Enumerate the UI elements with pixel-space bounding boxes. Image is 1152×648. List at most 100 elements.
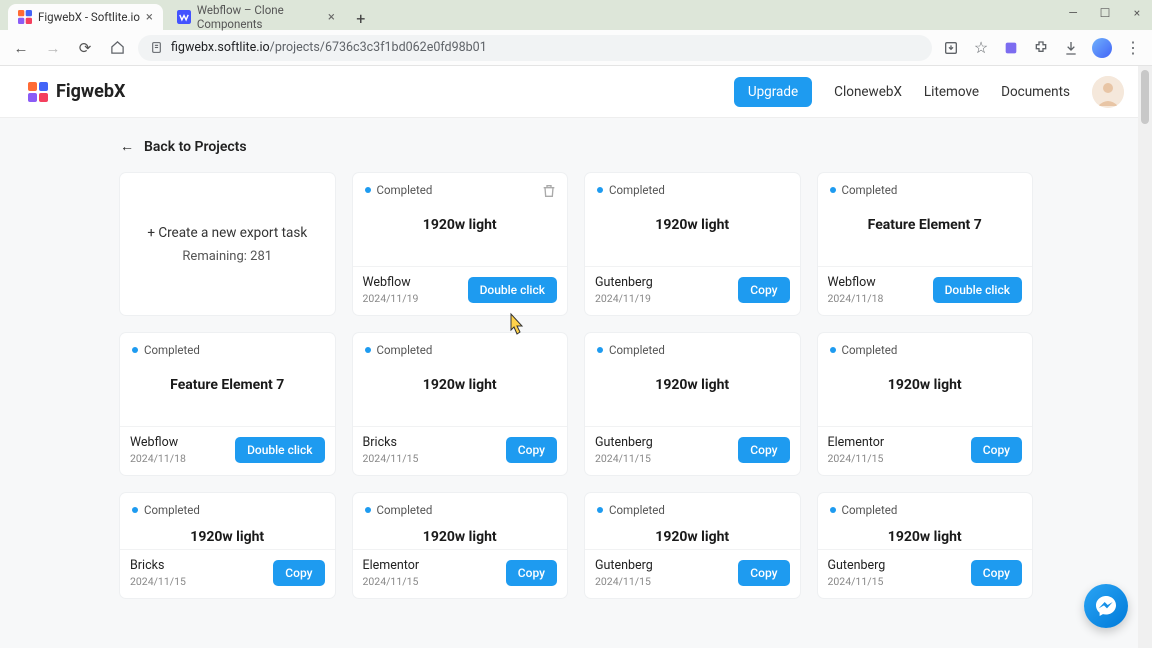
window-maximize-icon[interactable]: ☐	[1096, 4, 1114, 22]
platform-label: Webflow	[130, 435, 186, 450]
card-title: 1920w light	[353, 519, 568, 549]
brand-logo-icon	[28, 82, 48, 102]
window-minimize-icon[interactable]: —	[1064, 4, 1082, 22]
brand[interactable]: FigwebX	[28, 81, 125, 102]
home-icon[interactable]	[106, 37, 128, 59]
date-label: 2024/11/18	[130, 452, 186, 465]
double-click-button[interactable]: Double click	[933, 277, 1022, 303]
platform-label: Bricks	[130, 558, 186, 573]
profile-avatar-icon[interactable]	[1092, 38, 1112, 58]
status-badge: Completed	[597, 503, 788, 517]
app-header: FigwebX Upgrade ClonewebX Litemove Docum…	[0, 66, 1152, 118]
back-icon[interactable]: ←	[10, 37, 32, 59]
project-card[interactable]: Completed 1920w light Elementor 2024/11/15 C…	[818, 333, 1033, 475]
trash-icon[interactable]	[541, 183, 557, 203]
tab-title: Webflow – Clone Components	[197, 3, 322, 31]
project-card[interactable]: Completed1920w lightGutenberg2024/11/15C…	[585, 333, 800, 475]
status-badge: Completed	[132, 503, 323, 517]
extensions-icon[interactable]	[1032, 39, 1050, 57]
close-tab-icon[interactable]: ×	[146, 10, 153, 25]
back-to-projects-link[interactable]: ← Back to Projects	[120, 138, 1032, 155]
upgrade-button[interactable]: Upgrade	[734, 77, 812, 107]
project-card[interactable]: CompletedFeature Element 7Webflow2024/11…	[120, 333, 335, 475]
status-dot-icon	[830, 187, 836, 193]
install-icon[interactable]	[942, 39, 960, 57]
status-badge: Completed	[597, 343, 788, 357]
platform-label: Gutenberg	[595, 275, 653, 290]
copy-button[interactable]: Copy	[738, 437, 789, 463]
close-tab-icon[interactable]: ×	[328, 10, 335, 25]
status-badge: Completed	[830, 343, 1021, 357]
card-title: 1920w light	[120, 519, 335, 549]
window-close-icon[interactable]: ×	[1128, 4, 1146, 22]
project-card[interactable]: Completed1920w lightElementor2024/11/15C…	[353, 493, 568, 598]
project-card[interactable]: Completed1920w lightGutenberg2024/11/15C…	[818, 493, 1033, 598]
platform-label: Elementor	[363, 558, 420, 573]
date-label: 2024/11/15	[595, 575, 653, 588]
project-card[interactable]: Completed 1920w light Gutenberg 2024/11/15 C…	[585, 493, 800, 598]
favicon-icon	[18, 10, 32, 24]
card-title: 1920w light	[353, 199, 568, 251]
status-badge: Completed	[365, 343, 556, 357]
project-card[interactable]: Completed1920w lightBricks2024/11/15Copy	[353, 333, 568, 475]
project-card[interactable]: Completed 1920w light Bricks 2024/11/15 Copy	[120, 493, 335, 598]
card-title: 1920w light	[585, 199, 800, 251]
card-title: 1920w light	[585, 359, 800, 411]
project-card[interactable]: Completed1920w lightWebflow2024/11/19Dou…	[353, 173, 568, 315]
url-path: /projects/6736c3c3f1bd062e0fd98b01	[270, 40, 487, 55]
messenger-chat-button[interactable]	[1084, 584, 1128, 628]
scrollbar-thumb[interactable]	[1141, 70, 1149, 124]
copy-button[interactable]: Copy	[738, 560, 789, 586]
platform-label: Webflow	[363, 275, 419, 290]
download-icon[interactable]	[1062, 39, 1080, 57]
copy-button[interactable]: Copy	[738, 277, 789, 303]
extension-box-icon[interactable]	[1002, 39, 1020, 57]
forward-icon[interactable]: →	[42, 37, 64, 59]
status-badge: Completed	[597, 183, 788, 197]
copy-button[interactable]: Copy	[971, 560, 1022, 586]
site-info-icon	[150, 41, 163, 54]
card-title: 1920w light	[585, 519, 800, 549]
back-label: Back to Projects	[144, 139, 247, 155]
remaining-count: Remaining: 281	[182, 249, 272, 264]
status-dot-icon	[365, 347, 371, 353]
nav-link-clonewebx[interactable]: ClonewebX	[834, 84, 902, 100]
status-dot-icon	[365, 507, 371, 513]
status-badge: Completed	[830, 183, 1021, 197]
platform-label: Gutenberg	[828, 558, 886, 573]
bookmark-icon[interactable]: ☆	[972, 39, 990, 57]
card-title: 1920w light	[818, 359, 1033, 411]
status-dot-icon	[830, 507, 836, 513]
platform-label: Elementor	[828, 435, 885, 450]
browser-address-bar: ← → ⟳ figwebx.softlite.io/projects/6736c…	[0, 30, 1152, 66]
create-task-card[interactable]: + Create a new export task Remaining: 281	[120, 173, 335, 315]
date-label: 2024/11/15	[130, 575, 186, 588]
status-badge: Completed	[830, 503, 1021, 517]
browser-tab-inactive[interactable]: Webflow – Clone Components ×	[167, 4, 345, 30]
project-card[interactable]: CompletedFeature Element 7Webflow2024/11…	[818, 173, 1033, 315]
date-label: 2024/11/15	[828, 452, 885, 465]
user-avatar[interactable]	[1092, 76, 1124, 108]
tab-title: FigwebX - Softlite.io	[38, 10, 140, 24]
copy-button[interactable]: Copy	[971, 437, 1022, 463]
new-tab-button[interactable]: +	[349, 6, 373, 30]
url-host: figwebx.softlite.io	[171, 40, 270, 55]
copy-button[interactable]: Copy	[273, 560, 324, 586]
scrollbar[interactable]	[1138, 66, 1152, 648]
reload-icon[interactable]: ⟳	[74, 37, 96, 59]
menu-dots-icon[interactable]: ⋮	[1124, 39, 1142, 57]
create-task-label: + Create a new export task	[147, 225, 307, 241]
platform-label: Webflow	[828, 275, 884, 290]
arrow-left-icon: ←	[120, 138, 134, 155]
nav-link-documents[interactable]: Documents	[1001, 84, 1070, 100]
nav-link-litemove[interactable]: Litemove	[924, 84, 979, 100]
double-click-button[interactable]: Double click	[468, 277, 557, 303]
copy-button[interactable]: Copy	[506, 437, 557, 463]
status-dot-icon	[132, 507, 138, 513]
double-click-button[interactable]: Double click	[235, 437, 324, 463]
platform-label: Gutenberg	[595, 558, 653, 573]
project-card[interactable]: Completed1920w lightGutenberg2024/11/19C…	[585, 173, 800, 315]
url-input[interactable]: figwebx.softlite.io/projects/6736c3c3f1b…	[138, 35, 932, 61]
browser-tab-active[interactable]: FigwebX - Softlite.io ×	[8, 4, 163, 30]
copy-button[interactable]: Copy	[506, 560, 557, 586]
